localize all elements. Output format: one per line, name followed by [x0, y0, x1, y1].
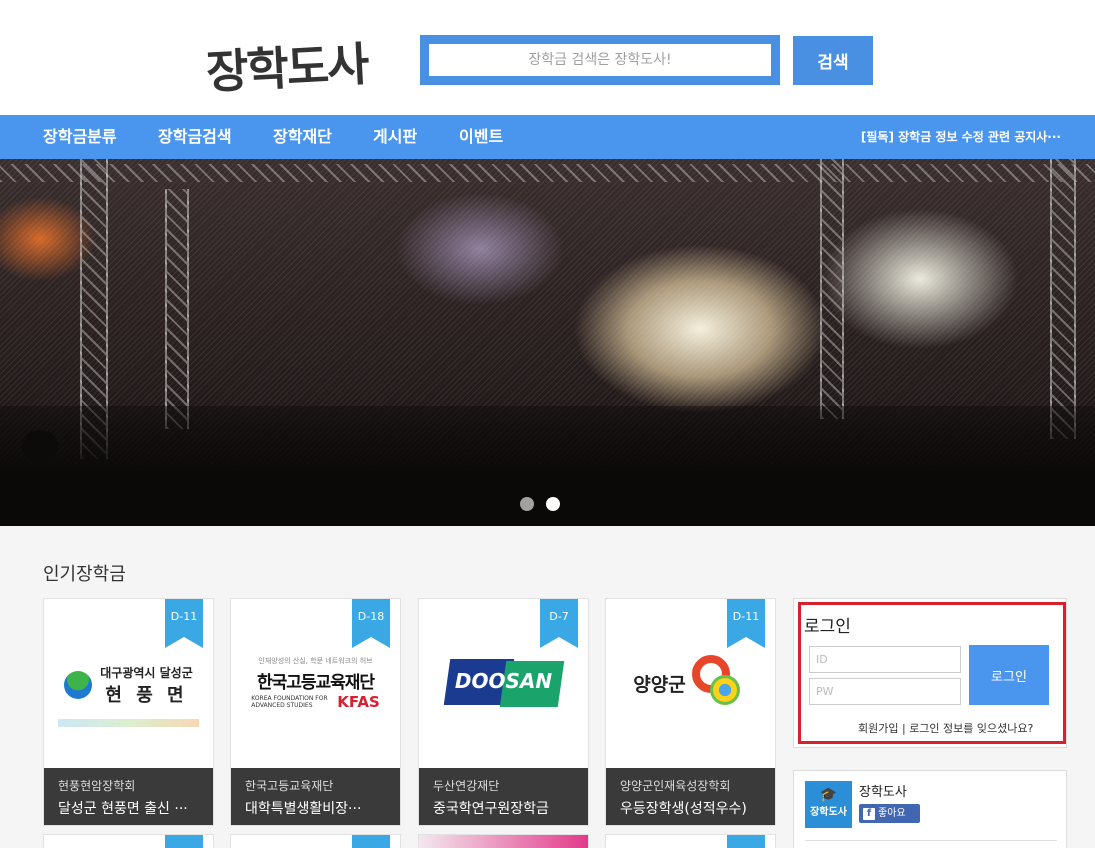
card-footer: 현풍현암장학회 달성군 현풍면 출신 ··· — [44, 768, 213, 825]
search-button[interactable]: 검색 — [793, 36, 873, 85]
scholarship-card-partial[interactable] — [418, 834, 589, 848]
nav-item-foundation[interactable]: 장학재단 — [273, 115, 332, 159]
login-id-input[interactable] — [809, 646, 961, 673]
scholarship-card[interactable]: DOOSAN D-7 두산연강재단 중국학연구원장학금 — [418, 598, 589, 826]
logo-text: 한국고등교육재단 — [256, 672, 375, 693]
card-scholarship-name: 우등장학생(성적우수) — [620, 801, 747, 817]
doosan-logo: DOOSAN — [443, 655, 565, 711]
nav-item-event[interactable]: 이벤트 — [459, 115, 503, 159]
kfas-logo: 인재양성의 산실, 학문 네트워크의 허브 한국고등교육재단 KOREA FOU… — [251, 656, 380, 711]
logo-text: 인재양성의 산실, 학문 네트워크의 허브 — [258, 656, 373, 665]
slider-dot[interactable] — [520, 497, 534, 511]
dalseong-emblem-icon — [64, 671, 93, 699]
main-nav: 장학금분류 장학금검색 장학재단 게시판 이벤트 [필독] 장학금 정보 수정 … — [0, 115, 1095, 159]
fb-logo-text: 장학도사 — [810, 807, 847, 818]
site-logo[interactable]: 장학도사 — [204, 28, 369, 102]
nav-item-category[interactable]: 장학금분류 — [43, 115, 117, 159]
login-pw-input[interactable] — [809, 678, 961, 705]
card-scholarship-name: 달성군 현풍면 출신 ··· — [58, 801, 188, 817]
login-title: 로그인 — [804, 617, 851, 637]
card-organization: 두산연강재단 — [433, 779, 500, 793]
card-footer: 양양군인재육성장학회 우등장학생(성적우수) — [606, 768, 775, 825]
logo-decoration — [58, 719, 199, 727]
scholarship-card[interactable]: 대구광역시 달성군 현 풍 면 D-11 현풍현암장학회 달성군 현풍면 출신 … — [43, 598, 214, 826]
divider — [805, 840, 1057, 841]
signup-link[interactable]: 회원가입 — [858, 722, 898, 735]
graduation-cap-icon: 🎓 — [819, 787, 838, 803]
logo-text: 현 풍 면 — [105, 684, 188, 706]
facebook-like-button[interactable]: f 좋아요 — [859, 804, 920, 823]
facebook-page-name[interactable]: 장학도사 — [859, 781, 907, 800]
login-button[interactable]: 로그인 — [969, 645, 1049, 705]
yangyang-emblem-icon — [688, 653, 748, 713]
logo-text: KOREA FOUNDATION FOR ADVANCED STUDIES — [251, 694, 328, 709]
scholarship-card[interactable]: 양양군 D-11 양양군인재육성장학회 우등장학생(성적우수) — [605, 598, 776, 826]
logo-text: DOOSAN — [454, 669, 553, 693]
notice-link[interactable]: [필독] 장학금 정보 수정 관련 공지사··· — [861, 115, 1061, 159]
card-scholarship-name: 대학특별생활비장··· — [245, 801, 362, 817]
scholarship-card-partial[interactable] — [43, 834, 214, 848]
site-header: 장학도사 검색 — [0, 0, 1095, 115]
logo-text: 양양군 — [633, 673, 686, 696]
scholarship-card-partial[interactable] — [230, 834, 401, 848]
card-organization: 한국고등교육재단 — [245, 779, 334, 793]
forgot-login-link[interactable]: 로그인 정보를 잊으셨나요? — [909, 722, 1033, 735]
yangyang-logo: 양양군 — [633, 653, 747, 713]
scholarship-card-partial[interactable] — [605, 834, 776, 848]
hero-slider — [0, 159, 1095, 526]
card-organization: 현풍현암장학회 — [58, 779, 136, 793]
card-footer: 두산연강재단 중국학연구원장학금 — [419, 768, 588, 825]
section-title: 인기장학금 — [43, 564, 126, 585]
search-box — [420, 35, 780, 85]
like-label: 좋아요 — [878, 808, 906, 819]
nav-item-search[interactable]: 장학금검색 — [158, 115, 232, 159]
nav-item-board[interactable]: 게시판 — [373, 115, 417, 159]
logo-text: 대구광역시 달성군 — [100, 665, 193, 680]
slider-dots — [520, 497, 560, 511]
facebook-icon: f — [863, 808, 875, 820]
dalseong-logo: 대구광역시 달성군 현 풍 면 — [64, 664, 193, 707]
facebook-page-logo[interactable]: 🎓 장학도사 — [805, 781, 852, 828]
search-input[interactable] — [429, 44, 771, 76]
card-footer: 한국고등교육재단 대학특별생활비장··· — [231, 768, 400, 825]
link-separator: | — [898, 722, 910, 735]
login-links: 회원가입 | 로그인 정보를 잊으셨나요? — [858, 720, 1033, 736]
scholarship-card[interactable]: 인재양성의 산실, 학문 네트워크의 허브 한국고등교육재단 KOREA FOU… — [230, 598, 401, 826]
logo-text: KFAS — [337, 692, 380, 711]
card-organization: 양양군인재육성장학회 — [620, 779, 731, 793]
slider-dot-active[interactable] — [546, 497, 560, 511]
card-scholarship-name: 중국학연구원장학금 — [433, 801, 549, 817]
